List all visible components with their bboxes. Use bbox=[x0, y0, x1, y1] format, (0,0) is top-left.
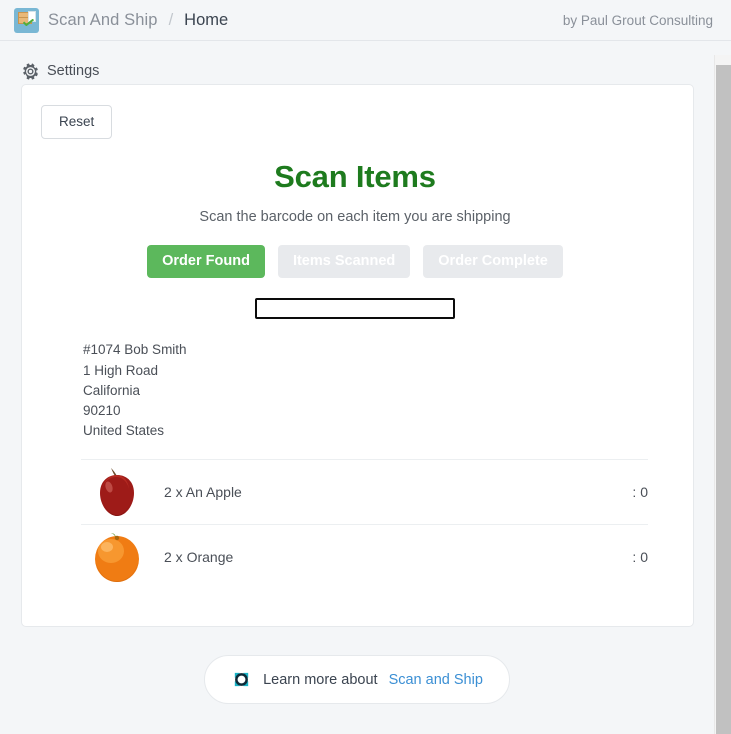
address-line: 90210 bbox=[83, 403, 121, 419]
list-item: 2 x An Apple : 0 bbox=[81, 459, 648, 524]
shipping-address: #1074 Bob Smith 1 High Road California 9… bbox=[83, 340, 669, 441]
item-scanned-count: : 0 bbox=[632, 549, 648, 566]
orange-image bbox=[95, 533, 139, 583]
breadcrumb-app-name[interactable]: Scan And Ship bbox=[48, 11, 158, 30]
learn-more-text: Learn more about bbox=[263, 671, 378, 688]
scan-and-ship-link[interactable]: Scan and Ship bbox=[389, 672, 483, 688]
breadcrumb: Scan And Ship / Home bbox=[14, 7, 229, 33]
scan-and-ship-logo-icon bbox=[14, 7, 39, 33]
gear-icon bbox=[23, 62, 38, 80]
page-subtitle: Scan the barcode on each item you are sh… bbox=[199, 208, 511, 225]
scan-input-wrapper bbox=[41, 298, 669, 320]
item-scanned-count: : 0 bbox=[632, 484, 648, 501]
step-order-found[interactable]: Order Found bbox=[147, 244, 265, 279]
items-list: 2 x An Apple : 0 2 x Orange : 0 bbox=[81, 459, 648, 589]
top-bar: Scan And Ship / Home by Paul Grout Consu… bbox=[0, 0, 731, 41]
item-label: 2 x Orange bbox=[164, 549, 234, 566]
progress-steps: Order Found Items Scanned Order Complete bbox=[41, 244, 669, 279]
settings-label: Settings bbox=[47, 63, 100, 79]
byline: by Paul Grout Consulting bbox=[562, 12, 713, 28]
breadcrumb-current-page: Home bbox=[184, 10, 229, 29]
address-line: California bbox=[83, 382, 141, 398]
scan-items-card: Reset Scan Items Scan the barcode on eac… bbox=[21, 84, 694, 627]
scan-and-ship-badge-icon bbox=[231, 669, 252, 690]
page-title: Scan Items bbox=[274, 158, 436, 194]
apple-image bbox=[100, 468, 134, 517]
item-thumbnail bbox=[81, 467, 153, 517]
item-label: 2 x An Apple bbox=[164, 484, 242, 501]
barcode-scan-input[interactable] bbox=[255, 298, 455, 320]
step-items-scanned[interactable]: Items Scanned bbox=[277, 244, 411, 279]
list-item: 2 x Orange : 0 bbox=[81, 524, 648, 589]
breadcrumb-separator: / bbox=[168, 10, 174, 29]
check-mark-icon bbox=[23, 18, 34, 26]
settings-link[interactable]: Settings bbox=[0, 41, 714, 84]
address-line: United States bbox=[83, 423, 165, 439]
page-body: Settings Reset Scan Items Scan the barco… bbox=[0, 41, 714, 734]
learn-more-pill[interactable]: Learn more about Scan and Ship bbox=[204, 655, 510, 704]
scrollbar-thumb[interactable] bbox=[716, 65, 731, 734]
address-line: 1 High Road bbox=[83, 362, 159, 378]
vertical-scrollbar[interactable] bbox=[714, 55, 731, 734]
step-order-complete[interactable]: Order Complete bbox=[423, 244, 563, 279]
item-thumbnail bbox=[81, 531, 153, 583]
scrollbar-corner bbox=[714, 41, 731, 55]
reset-button[interactable]: Reset bbox=[41, 105, 113, 139]
footer: Learn more about Scan and Ship bbox=[0, 655, 714, 704]
address-line: #1074 Bob Smith bbox=[83, 342, 187, 358]
